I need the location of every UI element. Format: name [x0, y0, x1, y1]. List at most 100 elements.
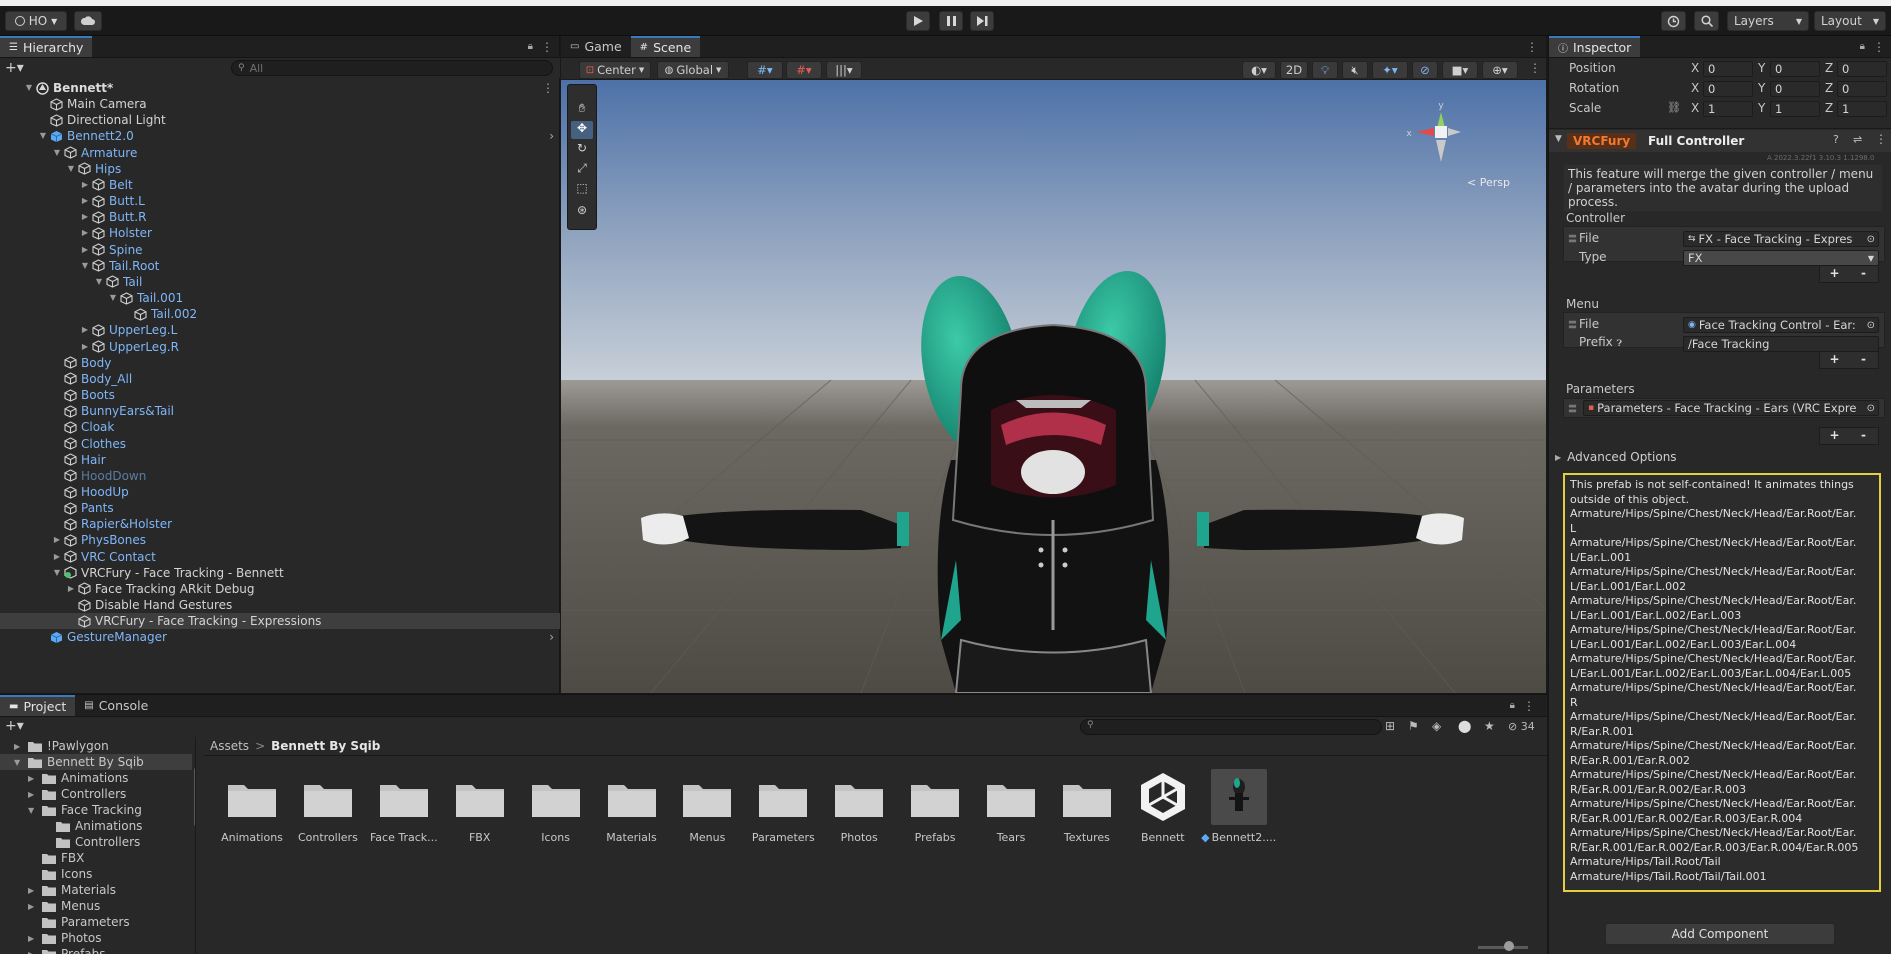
- chevron-right-icon[interactable]: ▶: [80, 245, 90, 255]
- chevron-right-icon[interactable]: ▶: [52, 535, 62, 545]
- rotation-y-field[interactable]: 0: [1770, 81, 1820, 97]
- project-tree-item[interactable]: ▶ Photos: [0, 930, 192, 946]
- tab-console[interactable]: ▤ Console: [75, 695, 157, 716]
- hierarchy-item[interactable]: Body_All: [0, 371, 560, 387]
- chevron-right-icon[interactable]: ▶: [80, 325, 90, 335]
- menu-add-button[interactable]: +: [1820, 352, 1849, 368]
- hierarchy-item[interactable]: ▶ Butt.L: [0, 193, 560, 209]
- tab-hierarchy[interactable]: ☰ Hierarchy: [0, 36, 93, 57]
- hierarchy-item[interactable]: HoodUp: [0, 484, 560, 500]
- search-by-type-icon[interactable]: ⊞: [1385, 719, 1395, 733]
- axis-x-label[interactable]: X: [1691, 81, 1699, 95]
- folder-asset[interactable]: Materials: [594, 769, 670, 844]
- project-tree-item[interactable]: Icons: [0, 866, 192, 882]
- lock-icon[interactable]: 🔒︎: [1510, 700, 1515, 711]
- chevron-down-icon[interactable]: ▼: [24, 83, 34, 93]
- chevron-right-icon[interactable]: ▶: [80, 228, 90, 238]
- project-tree-item[interactable]: Parameters: [0, 914, 192, 930]
- project-tree-item[interactable]: ▶ Materials: [0, 882, 192, 898]
- position-z-field[interactable]: 0: [1837, 61, 1887, 77]
- hierarchy-item[interactable]: ▶ Butt.R: [0, 209, 560, 225]
- gizmos-button[interactable]: ⊕▾: [1482, 61, 1518, 79]
- search-by-label-icon[interactable]: ⚑: [1408, 719, 1419, 733]
- folder-asset[interactable]: Photos: [821, 769, 897, 844]
- hierarchy-item[interactable]: ▶ UpperLeg.R: [0, 339, 560, 355]
- axis-x-label[interactable]: X: [1691, 101, 1699, 115]
- prefab-asset[interactable]: ◆ Bennett2....: [1201, 769, 1277, 844]
- rect-tool-button[interactable]: ⬚: [571, 181, 593, 199]
- parameters-add-button[interactable]: +: [1820, 428, 1849, 444]
- controller-remove-button[interactable]: -: [1849, 266, 1878, 282]
- chevron-right-icon[interactable]: ▶: [52, 552, 62, 562]
- scale-z-field[interactable]: 1: [1837, 101, 1887, 117]
- controller-type-dropdown[interactable]: FX ▼: [1683, 250, 1879, 266]
- object-picker-icon[interactable]: ⊙: [1867, 234, 1875, 245]
- chevron-right-icon[interactable]: ▶: [80, 212, 90, 222]
- parameters-remove-button[interactable]: -: [1849, 428, 1878, 444]
- open-prefab-icon[interactable]: ›: [549, 630, 554, 644]
- hierarchy-item[interactable]: Tail.002: [0, 306, 560, 322]
- folder-asset[interactable]: Controllers: [290, 769, 366, 844]
- align-button[interactable]: |||▾: [826, 61, 862, 79]
- hierarchy-item[interactable]: ▶ Belt: [0, 177, 560, 193]
- tree-scrollbar[interactable]: [194, 767, 195, 827]
- menu-remove-button[interactable]: -: [1849, 352, 1878, 368]
- hierarchy-item[interactable]: VRCFury - Face Tracking - Expressions: [0, 613, 560, 630]
- transform-tool-button[interactable]: ⊛: [571, 203, 593, 221]
- warning-filter-icon[interactable]: ⬤: [1458, 719, 1471, 733]
- chevron-right-icon[interactable]: ▶: [28, 950, 42, 954]
- open-prefab-icon[interactable]: ›: [549, 129, 554, 143]
- play-button[interactable]: [906, 11, 930, 31]
- hierarchy-item[interactable]: ▶ Spine: [0, 242, 560, 258]
- layers-dropdown[interactable]: Layers ▼: [1727, 11, 1809, 31]
- component-header[interactable]: ▼ VRCFury Full Controller ? ⇌ ⋮: [1549, 130, 1891, 152]
- layout-dropdown[interactable]: Layout ▼: [1814, 11, 1886, 31]
- project-tree-item[interactable]: ▶ Menus: [0, 898, 192, 914]
- project-tree-item[interactable]: ▶ Animations: [0, 770, 192, 786]
- lighting-toggle-button[interactable]: 💡︎: [1312, 61, 1338, 79]
- hierarchy-item[interactable]: ▶ PhysBones: [0, 532, 560, 548]
- chevron-down-icon[interactable]: ▼: [1555, 134, 1562, 144]
- hidden-packages-toggle[interactable]: ⊘ 34: [1508, 720, 1535, 733]
- project-tree-item[interactable]: ▶ Prefabs: [0, 946, 192, 954]
- project-tree-item[interactable]: ▼ Bennett By Sqib: [0, 754, 192, 770]
- hierarchy-item[interactable]: ▼ Tail.Root: [0, 258, 560, 274]
- folder-asset[interactable]: Face Track...: [366, 769, 442, 844]
- tab-project[interactable]: ▬ Project: [0, 695, 76, 716]
- history-button[interactable]: [1661, 11, 1686, 31]
- folder-asset[interactable]: Prefabs: [897, 769, 973, 844]
- projection-toggle[interactable]: < Persp: [1467, 176, 1510, 189]
- more-icon[interactable]: ⋮: [1526, 40, 1538, 54]
- hierarchy-item[interactable]: Clothes: [0, 436, 560, 452]
- folder-asset[interactable]: Icons: [518, 769, 594, 844]
- chevron-right-icon[interactable]: ▶: [28, 902, 42, 911]
- folder-asset[interactable]: Menus: [669, 769, 745, 844]
- tab-game[interactable]: ▭ Game: [561, 36, 631, 57]
- hierarchy-item[interactable]: ▶ VRC Contact: [0, 549, 560, 565]
- lock-icon[interactable]: 🔒︎: [528, 41, 533, 52]
- chevron-down-icon[interactable]: ▼: [108, 293, 118, 303]
- move-tool-button[interactable]: ✥: [571, 121, 593, 139]
- more-icon[interactable]: ⋮: [1529, 61, 1541, 75]
- camera-button[interactable]: ■▾: [1442, 61, 1478, 79]
- space-dropdown[interactable]: ◍ Global ▼: [657, 61, 729, 79]
- project-search-input[interactable]: ⚲: [1080, 719, 1382, 735]
- axis-y-label[interactable]: Y: [1758, 81, 1765, 95]
- chevron-down-icon[interactable]: ▼: [80, 261, 90, 271]
- hierarchy-item[interactable]: ▶ Holster: [0, 225, 560, 241]
- drag-handle-icon[interactable]: 〓: [1568, 402, 1577, 415]
- hierarchy-item[interactable]: GestureManager ›: [0, 629, 560, 645]
- chevron-down-icon[interactable]: ▼: [52, 568, 62, 578]
- settings-icon[interactable]: ⇌: [1853, 133, 1862, 146]
- hierarchy-item[interactable]: Directional Light: [0, 112, 560, 128]
- tab-inspector[interactable]: ⓘ Inspector: [1549, 36, 1641, 57]
- advanced-options-foldout[interactable]: ▶ Advanced Options: [1555, 450, 1677, 464]
- link-icon[interactable]: ⛓︎: [1667, 101, 1681, 114]
- folder-asset[interactable]: Parameters: [745, 769, 821, 844]
- chevron-right-icon[interactable]: ▶: [28, 774, 42, 783]
- hierarchy-item[interactable]: ▼ Armature: [0, 145, 560, 161]
- hierarchy-item[interactable]: BunnyEars&Tail: [0, 403, 560, 419]
- hierarchy-item[interactable]: Pants: [0, 500, 560, 516]
- search-button[interactable]: [1694, 11, 1719, 31]
- folder-asset[interactable]: FBX: [442, 769, 518, 844]
